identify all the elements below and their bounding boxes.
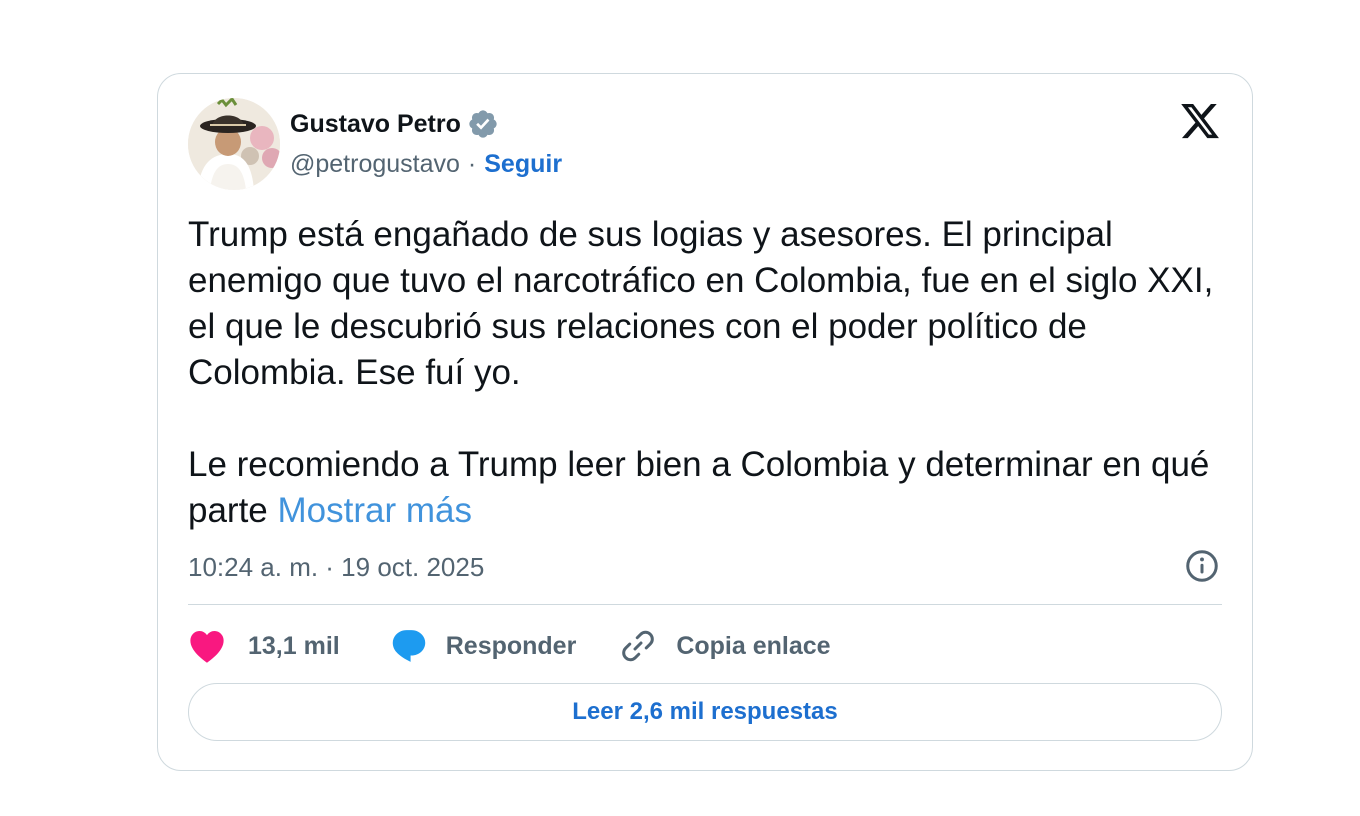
divider <box>188 604 1222 605</box>
verified-badge-icon <box>467 108 499 140</box>
separator-dot: · <box>467 150 477 178</box>
author-handle[interactable]: @petrogustavo <box>290 150 460 178</box>
tweet-header: Gustavo Petro @petrogustavo · Seguir <box>188 98 1222 190</box>
copy-link-label: Copia enlace <box>676 631 831 660</box>
info-icon[interactable] <box>1184 548 1220 584</box>
like-count: 13,1 mil <box>248 631 340 660</box>
tweet-text: Trump está engañado de sus logias y ases… <box>188 212 1238 534</box>
read-replies-button[interactable]: Leer 2,6 mil respuestas <box>188 683 1222 741</box>
heart-icon <box>188 628 226 664</box>
like-button[interactable]: 13,1 mil <box>188 624 340 668</box>
tweet-body: Trump está engañado de sus logias y ases… <box>188 215 1214 530</box>
tweet-timestamp[interactable]: 10:24 a. m. · 19 oct. 2025 <box>188 549 484 585</box>
author-name[interactable]: Gustavo Petro <box>290 110 461 139</box>
tweet-actions: 13,1 mil Responder Copia enlace <box>188 624 831 668</box>
speech-bubble-icon <box>390 627 428 665</box>
x-logo-icon[interactable] <box>1178 100 1222 142</box>
link-icon <box>620 628 656 664</box>
copy-link-button[interactable]: Copia enlace <box>620 624 831 668</box>
author-handle-row: @petrogustavo · Seguir <box>290 148 562 180</box>
avatar[interactable] <box>188 98 280 190</box>
show-more-link[interactable]: Mostrar más <box>278 491 472 530</box>
follow-button[interactable]: Seguir <box>484 150 562 178</box>
tweet-embed-card: Gustavo Petro @petrogustavo · Seguir Trump… <box>157 73 1253 771</box>
author-name-row: Gustavo Petro <box>290 108 499 140</box>
reply-label: Responder <box>445 631 577 660</box>
reply-button[interactable]: Responder <box>390 624 577 668</box>
